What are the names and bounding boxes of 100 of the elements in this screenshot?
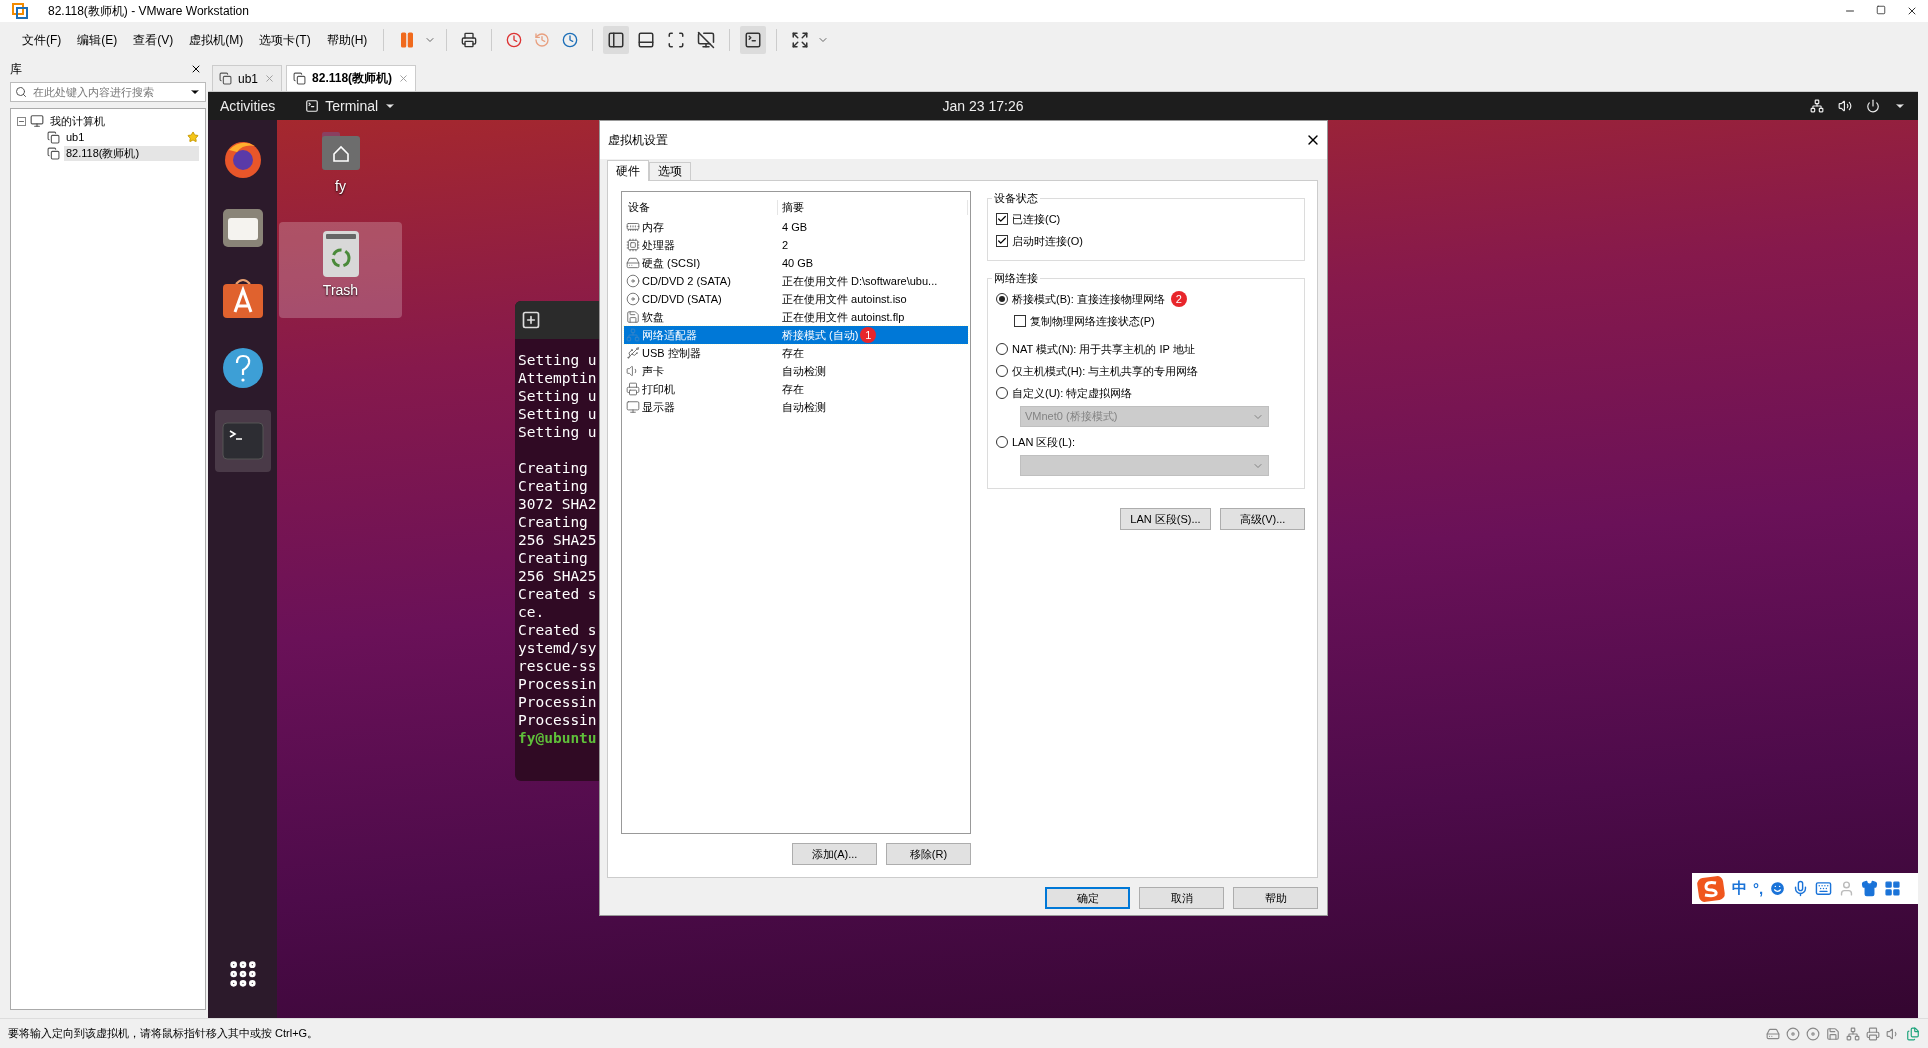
radio-button[interactable] [996, 343, 1008, 355]
terminal-line: Processin [518, 675, 598, 693]
radio-button[interactable] [996, 436, 1008, 448]
status-text: 要将输入定向到该虚拟机，请将鼠标指针移入其中或按 Ctrl+G。 [8, 1026, 319, 1041]
radio-button[interactable] [996, 293, 1008, 305]
device-row[interactable]: 显示器 自动检测 [624, 398, 968, 416]
checkbox[interactable] [1014, 315, 1026, 327]
disc-icon [626, 274, 640, 288]
option-label: 已连接(C) [1012, 211, 1061, 227]
printer-icon[interactable] [461, 32, 478, 48]
sidebar-toggle-button[interactable] [603, 26, 630, 54]
close-icon[interactable] [1906, 5, 1918, 17]
terminal-icon [744, 31, 763, 49]
radio-button[interactable] [996, 365, 1008, 377]
shopping-bag-icon [221, 276, 264, 320]
hard-drive-icon [626, 256, 640, 270]
dialog-tab[interactable]: 选项 [649, 162, 691, 180]
collapse-icon[interactable] [17, 116, 26, 126]
floppy-icon[interactable] [1826, 1026, 1840, 1041]
device-row[interactable]: 处理器 2 [624, 236, 968, 254]
option-label: 仅主机模式(H): 与主机共享的专用网络 [1012, 363, 1199, 379]
help-icon [221, 347, 264, 389]
dialog-button[interactable]: 帮助 [1233, 887, 1318, 909]
app-menu[interactable]: Terminal [305, 98, 397, 114]
column-header: 摘要 [778, 199, 968, 215]
terminal-line: Creating [518, 549, 589, 567]
terminal-line: Created s [518, 621, 598, 639]
app-logo-icon [12, 3, 28, 19]
option-label: 桥接模式(B): 直接连接物理网络 [1012, 291, 1165, 307]
menu-item[interactable]: 帮助(H) [320, 31, 374, 49]
panel-bottom-icon[interactable] [637, 31, 656, 49]
dialog-button[interactable]: 高级(V)... [1220, 508, 1305, 530]
tree-item[interactable]: ub1 [64, 131, 183, 143]
option-label: LAN 区段(L): [1012, 434, 1075, 450]
terminal-line: Setting u [518, 423, 598, 441]
disc-icon[interactable] [1806, 1026, 1820, 1041]
vm-tab[interactable]: 82.118(教师机) [286, 65, 417, 91]
shirt-icon[interactable] [1861, 880, 1879, 897]
clock-text[interactable]: Jan 23 17:26 [396, 98, 1570, 114]
punctuation-button[interactable]: °, [1753, 880, 1764, 897]
desktop-icon[interactable]: fy [279, 122, 402, 218]
search-field[interactable]: 在此处键入内容进行搜索 [10, 82, 206, 102]
option-label: 复制物理网络连接状态(P) [1030, 313, 1155, 329]
device-row[interactable]: 声卡 自动检测 [624, 362, 968, 380]
close-icon[interactable] [190, 63, 202, 75]
menu-item[interactable]: 虚拟机(M) [183, 31, 250, 49]
monitor-off-icon[interactable] [697, 31, 716, 49]
menu-item[interactable]: 选项卡(T) [253, 31, 317, 49]
dialog-button[interactable]: 取消 [1139, 887, 1224, 909]
dialog-tab[interactable]: 硬件 [607, 160, 649, 181]
emoji-icon[interactable] [1769, 880, 1787, 897]
device-row[interactable]: 打印机 存在 [624, 380, 968, 398]
tree-item[interactable]: 我的计算机 [48, 113, 107, 129]
ime-logo-icon[interactable] [1696, 874, 1726, 903]
console-button[interactable] [740, 26, 767, 54]
tree-item[interactable]: 82.118(教师机) [64, 145, 199, 161]
activities-button[interactable]: Activities [220, 98, 276, 114]
device-row[interactable]: 硬盘 (SCSI) 40 GB [624, 254, 968, 272]
new-tab-icon[interactable] [521, 310, 541, 330]
panel-left-icon [607, 31, 626, 49]
clock-icon[interactable] [506, 32, 523, 48]
hard-drive-icon[interactable] [1766, 1026, 1780, 1041]
folder-icon [221, 208, 264, 248]
checkbox[interactable] [996, 213, 1008, 225]
grid-icon[interactable] [1884, 880, 1902, 897]
column-header: 设备 [624, 199, 778, 215]
dialog-button[interactable]: 添加(A)... [792, 843, 877, 865]
device-row[interactable]: 内存 4 GB [624, 218, 968, 236]
network-icon[interactable] [1810, 99, 1824, 113]
group-title: 网络连接 [993, 271, 1039, 286]
menu-item[interactable]: 编辑(E) [71, 31, 124, 49]
keyboard-icon[interactable] [1815, 880, 1833, 897]
dialog-button[interactable]: 移除(R) [886, 843, 971, 865]
power-icon[interactable] [1866, 99, 1880, 113]
device-row[interactable]: 网络适配器 桥接模式 (自动) 1 [624, 326, 968, 344]
menu-item[interactable]: 查看(V) [127, 31, 180, 49]
vm-tab[interactable]: ub1 [212, 65, 283, 91]
vm-icon [47, 130, 60, 144]
input-mode-button[interactable]: 中 [1732, 879, 1747, 898]
volume-icon[interactable] [1838, 99, 1852, 113]
panel-title: 库 [10, 60, 22, 78]
dialog-title: 虚拟机设置 [608, 131, 668, 149]
trash-icon [321, 230, 360, 278]
memory-icon [626, 220, 640, 234]
device-row[interactable]: 软盘 正在使用文件 autoinst.flp [624, 308, 968, 326]
terminal-line: Setting u [518, 405, 598, 423]
device-row[interactable]: CD/DVD (SATA) 正在使用文件 autoinst.iso [624, 290, 968, 308]
checkbox[interactable] [996, 235, 1008, 247]
device-row[interactable]: USB 控制器 存在 [624, 344, 968, 362]
disc-icon[interactable] [1786, 1026, 1800, 1041]
dialog-button[interactable]: 确定 [1045, 887, 1130, 909]
radio-button[interactable] [996, 387, 1008, 399]
maximize-icon[interactable] [1876, 5, 1886, 15]
fullscreen-icon[interactable] [667, 31, 686, 49]
menu-item[interactable]: 文件(F) [16, 31, 68, 49]
clock-icon[interactable] [562, 32, 579, 48]
expand-icon[interactable] [791, 31, 810, 49]
dialog-button[interactable]: LAN 区段(S)... [1120, 508, 1211, 530]
device-row[interactable]: CD/DVD 2 (SATA) 正在使用文件 D:\software\ubu... [624, 272, 968, 290]
desktop-icon[interactable]: Trash [279, 222, 402, 318]
